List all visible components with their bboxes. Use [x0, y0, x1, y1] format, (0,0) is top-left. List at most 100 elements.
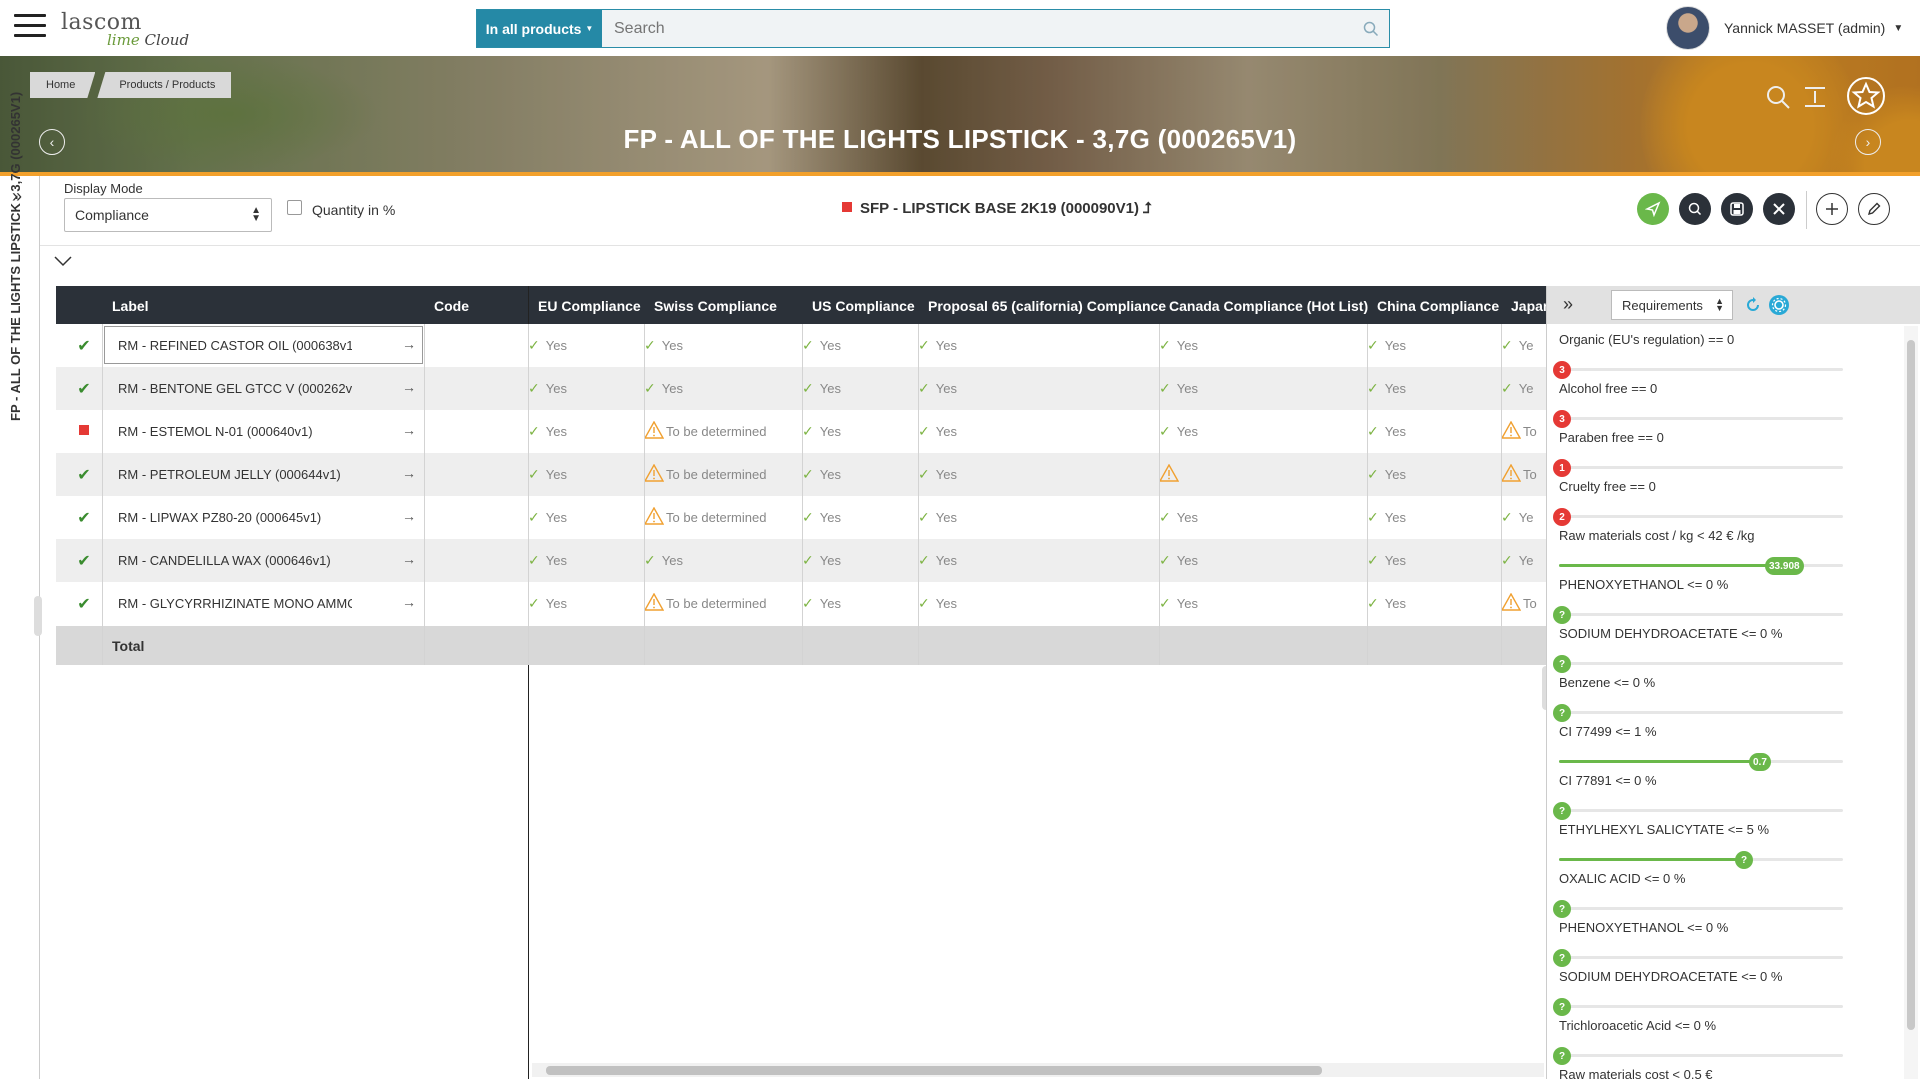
- requirement-item[interactable]: PHENOXYETHANOL <= 0 %?: [1553, 920, 1843, 967]
- compliance-cell: To: [1501, 453, 1538, 496]
- check-icon: ✓: [1501, 337, 1513, 353]
- expand-icon[interactable]: [1803, 86, 1827, 113]
- requirement-item[interactable]: PHENOXYETHANOL <= 0 %?: [1553, 577, 1843, 624]
- compliance-cell: ✓ Yes: [528, 324, 640, 367]
- column-header-code[interactable]: Code: [434, 298, 469, 314]
- requirement-item[interactable]: SODIUM DEHYDROACETATE <= 0 %?: [1553, 626, 1843, 673]
- column-header-canada[interactable]: Canada Compliance (Hot List): [1169, 298, 1368, 314]
- open-arrow-icon[interactable]: →: [402, 594, 416, 610]
- compliance-value: Yes: [1176, 338, 1198, 353]
- compliance-cell: ✓ Yes: [802, 582, 914, 625]
- open-arrow-icon[interactable]: →: [402, 465, 416, 481]
- requirement-item[interactable]: OXALIC ACID <= 0 %?: [1553, 871, 1843, 918]
- compliance-cell: ✓ Yes: [528, 582, 640, 625]
- requirement-item[interactable]: CI 77499 <= 1 % 0.7: [1559, 724, 1843, 771]
- add-button[interactable]: [1816, 193, 1848, 225]
- compliance-value: Ye: [1518, 338, 1534, 353]
- requirements-scrollbar[interactable]: [1904, 326, 1918, 1079]
- user-menu[interactable]: Yannick MASSET (admin) ▼: [1666, 6, 1903, 50]
- settings-icon[interactable]: [1769, 295, 1789, 315]
- compliance-value: Yes: [545, 338, 567, 353]
- row-label: RM - REFINED CASTOR OIL (000638v1: [118, 338, 352, 353]
- compliance-cell: ✓ Yes: [1159, 496, 1363, 539]
- quantity-percent-checkbox[interactable]: [287, 200, 302, 215]
- open-arrow-icon[interactable]: →: [402, 336, 416, 352]
- requirement-badge: ?: [1553, 655, 1571, 673]
- search-icon[interactable]: [1353, 10, 1389, 47]
- requirement-item[interactable]: Cruelty free == 0 2: [1553, 479, 1843, 526]
- search-scope-dropdown[interactable]: In all products ▼: [477, 10, 602, 47]
- column-header-prop65[interactable]: Proposal 65 (california) Compliance: [928, 298, 1166, 314]
- compliance-cell: ✓ Yes: [1159, 539, 1363, 582]
- requirement-item[interactable]: ETHYLHEXYL SALICYTATE <= 5 %?: [1559, 822, 1843, 869]
- column-header-label[interactable]: Label: [112, 298, 149, 314]
- collapse-panel-icon[interactable]: »: [1563, 294, 1573, 315]
- edit-button[interactable]: [1858, 193, 1890, 225]
- requirement-item[interactable]: Paraben free == 0 1: [1553, 430, 1843, 477]
- requirement-item[interactable]: SODIUM DEHYDROACETATE <= 0 %?: [1553, 969, 1843, 1016]
- requirement-badge: 2: [1553, 508, 1571, 526]
- next-icon[interactable]: ›: [1855, 129, 1881, 155]
- check-icon: ✓: [1159, 509, 1171, 525]
- refresh-icon[interactable]: [1743, 295, 1763, 315]
- compliance-value: Yes: [1176, 424, 1198, 439]
- requirement-item[interactable]: Benzene <= 0 %?: [1553, 675, 1843, 722]
- compliance-value: To: [1523, 424, 1537, 439]
- requirement-item[interactable]: CI 77891 <= 0 %?: [1553, 773, 1843, 820]
- send-button[interactable]: [1637, 193, 1669, 225]
- requirements-header: » Requirements ▲ ▼: [1547, 286, 1920, 324]
- column-header-china[interactable]: China Compliance: [1377, 298, 1499, 314]
- requirement-item[interactable]: Trichloroacetic Acid <= 0 %?: [1553, 1018, 1843, 1065]
- compliance-value: Yes: [935, 467, 957, 482]
- warning-icon: [1159, 463, 1180, 485]
- logo[interactable]: lascom lime Cloud: [61, 10, 211, 49]
- breadcrumb-products[interactable]: Products / Products: [97, 72, 232, 98]
- requirement-gauge-track: [1559, 368, 1843, 371]
- requirement-gauge-track: [1559, 417, 1843, 420]
- compliance-cell: ✓ Ye: [1501, 324, 1538, 367]
- open-arrow-icon[interactable]: →: [402, 508, 416, 524]
- compliance-cell: ✓ Yes: [1159, 367, 1363, 410]
- row-label: RM - CANDELILLA WAX (000646v1): [118, 553, 331, 568]
- column-header-eu[interactable]: EU Compliance: [538, 298, 641, 314]
- toolbar-separator: [1806, 191, 1807, 229]
- compliance-cell: ✓ Yes: [918, 539, 1155, 582]
- search-input[interactable]: [602, 10, 1353, 47]
- row-label: RM - LIPWAX PZ80-20 (000645v1): [118, 510, 322, 525]
- open-arrow-icon[interactable]: →: [402, 379, 416, 395]
- search-button[interactable]: [1679, 193, 1711, 225]
- compliance-value: Yes: [935, 596, 957, 611]
- open-arrow-icon[interactable]: →: [402, 551, 416, 567]
- compliance-cell: ✓ Yes: [1159, 324, 1363, 367]
- check-icon: ✓: [528, 509, 540, 525]
- requirement-item[interactable]: Organic (EU's regulation) == 0 3: [1553, 332, 1843, 379]
- horizontal-scrollbar[interactable]: [532, 1063, 1544, 1077]
- check-icon: ✓: [528, 595, 540, 611]
- check-icon: ✓: [918, 595, 930, 611]
- requirement-item[interactable]: Raw materials cost < 0.5 €: [1559, 1067, 1839, 1079]
- favorite-star-icon[interactable]: [1846, 76, 1886, 121]
- check-icon: ✓: [528, 380, 540, 396]
- requirement-item[interactable]: Alcohol free == 0 3: [1553, 381, 1843, 428]
- column-header-swiss[interactable]: Swiss Compliance: [654, 298, 777, 314]
- save-button[interactable]: [1721, 193, 1753, 225]
- requirement-badge: ?: [1553, 606, 1571, 624]
- compliance-value: Yes: [1384, 338, 1406, 353]
- close-button[interactable]: [1763, 193, 1795, 225]
- top-bar: lascom lime Cloud In all products ▼ Yann…: [0, 0, 1920, 56]
- chevron-down-icon[interactable]: [54, 254, 72, 272]
- requirements-select[interactable]: Requirements ▲ ▼: [1611, 290, 1733, 320]
- zoom-icon[interactable]: [1765, 84, 1791, 115]
- compliance-cell: To be determined: [644, 453, 798, 496]
- sidebar-resize-handle[interactable]: [34, 596, 42, 636]
- requirement-badge: 3: [1553, 361, 1571, 379]
- open-arrow-icon[interactable]: →: [402, 422, 416, 438]
- sfp-link[interactable]: SFP - LIPSTICK BASE 2K19 (000090V1) ⮥: [842, 200, 1152, 217]
- column-header-us[interactable]: US Compliance: [812, 298, 915, 314]
- requirement-item[interactable]: Raw materials cost / kg < 42 € /kg 33.908: [1559, 528, 1843, 575]
- breadcrumb-home[interactable]: Home: [30, 72, 95, 98]
- display-mode-select[interactable]: Compliance ▲ ▼: [64, 198, 272, 232]
- compliance-cell: ✓ Yes: [918, 453, 1155, 496]
- column-header-japan[interactable]: Japan: [1511, 298, 1548, 314]
- previous-icon[interactable]: ‹: [39, 129, 65, 155]
